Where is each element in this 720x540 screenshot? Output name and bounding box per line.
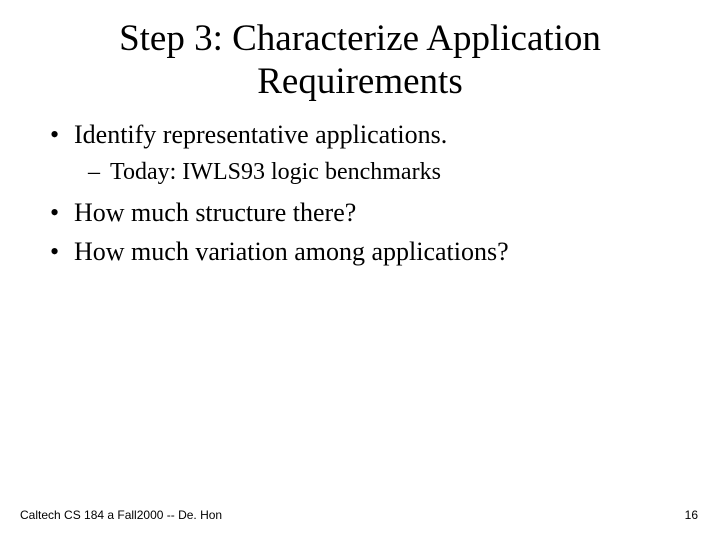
bullet-item: How much variation among applications? (74, 234, 690, 269)
slide-title: Step 3: Characterize Application Require… (30, 18, 690, 103)
footer-left: Caltech CS 184 a Fall2000 -- De. Hon (20, 508, 222, 522)
bullet-item: How much structure there? (74, 195, 690, 230)
slide-body: Identify representative applications. To… (30, 117, 690, 269)
bullet-text: How much variation among applications? (74, 237, 509, 266)
slide-number: 16 (685, 508, 698, 522)
bullet-text: How much structure there? (74, 198, 356, 227)
bullet-list: Identify representative applications. To… (30, 117, 690, 269)
bullet-item: Identify representative applications. To… (74, 117, 690, 188)
sub-bullet-list: Today: IWLS93 logic benchmarks (74, 156, 690, 188)
sub-bullet-text: Today: IWLS93 logic benchmarks (110, 159, 441, 185)
sub-bullet-item: Today: IWLS93 logic benchmarks (110, 156, 690, 188)
slide: Step 3: Characterize Application Require… (0, 0, 720, 540)
bullet-text: Identify representative applications. (74, 120, 447, 149)
